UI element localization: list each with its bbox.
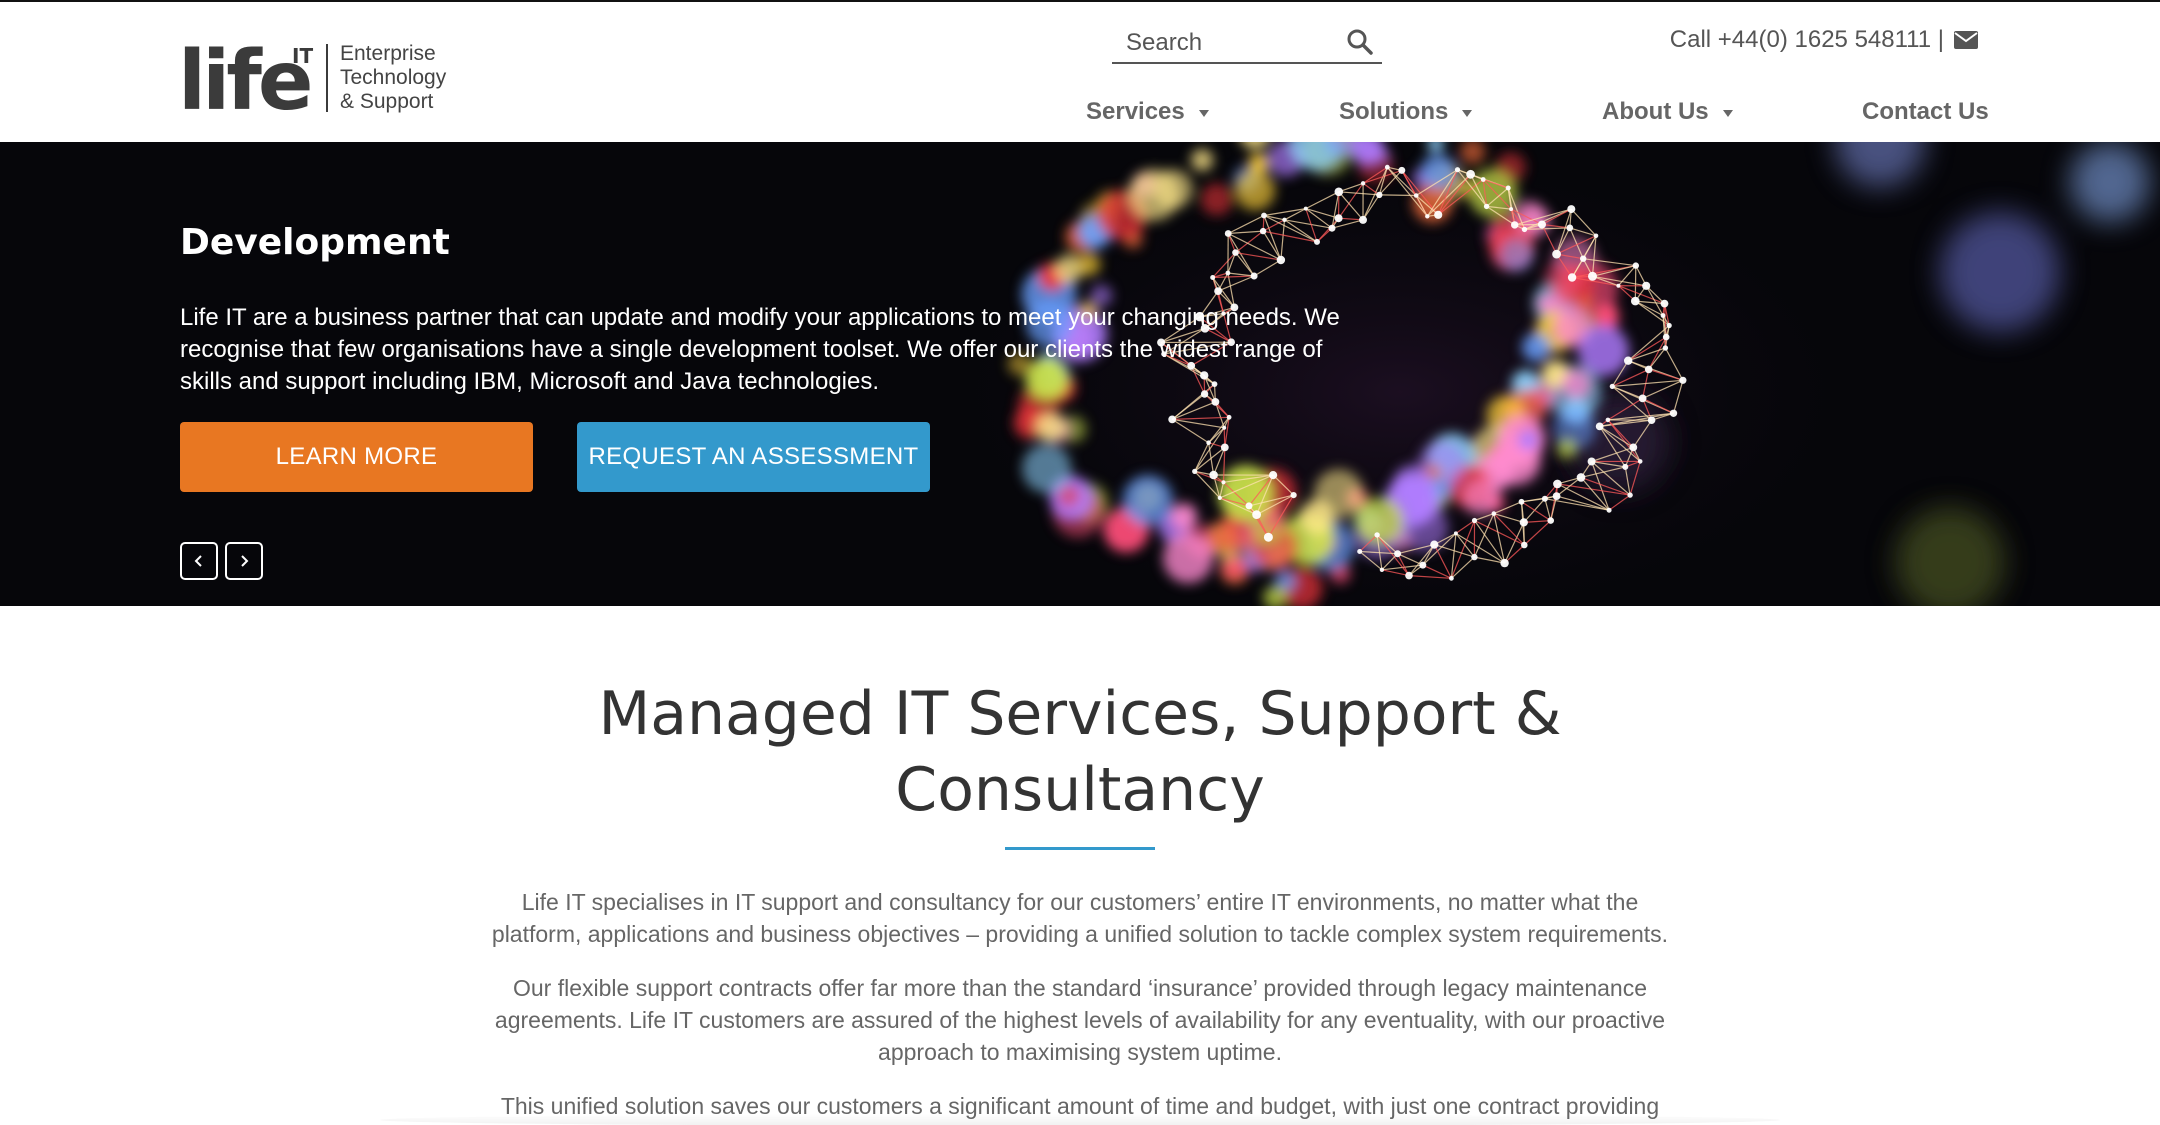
slider-prev-button[interactable]: [180, 542, 218, 580]
main-nav: Services Solutions About Us Contact Us: [1086, 98, 1989, 132]
hero-title: Development: [180, 222, 450, 263]
nav-item-solutions[interactable]: Solutions: [1339, 98, 1473, 126]
search-box: [1112, 22, 1382, 64]
site-header: life IT Enterprise Technology & Support …: [0, 2, 2160, 142]
caret-down-icon: [1722, 109, 1733, 117]
hero-description: Life IT are a business partner that can …: [180, 304, 1340, 395]
mail-icon[interactable]: [1954, 31, 1978, 49]
logo-wordmark: life: [178, 34, 314, 129]
section-shadow: [380, 1114, 1780, 1125]
search-input[interactable]: [1126, 28, 1336, 58]
learn-more-button[interactable]: LEARN MORE: [180, 422, 533, 492]
tagline-line-3: & Support: [340, 90, 434, 113]
caret-down-icon: [1462, 109, 1473, 117]
phone-number[interactable]: Call +44(0) 1625 548111 |: [1670, 26, 1944, 54]
nav-label-about-us: About Us: [1602, 98, 1709, 125]
request-assessment-button[interactable]: REQUEST AN ASSESSMENT: [577, 422, 930, 492]
logo[interactable]: life IT Enterprise Technology & Support: [178, 34, 446, 129]
caret-down-icon: [1198, 109, 1209, 117]
tagline-line-2: Technology: [340, 66, 447, 89]
logo-superscript: IT: [292, 44, 314, 68]
nav-label-solutions: Solutions: [1339, 98, 1449, 125]
hero-slider: Development Life IT are a business partn…: [0, 142, 2160, 606]
logo-divider: [326, 44, 328, 112]
heading-line-1: Managed IT Services, Support &: [598, 679, 1562, 749]
logo-tagline: Enterprise Technology & Support: [340, 42, 500, 114]
slider-next-button[interactable]: [225, 542, 263, 580]
nav-label-services: Services: [1086, 98, 1185, 125]
search-icon[interactable]: [1346, 28, 1374, 56]
contact-line: Call +44(0) 1625 548111 |: [1670, 26, 1978, 54]
heading-line-2: Consultancy: [895, 755, 1265, 825]
heading-underline: [1005, 847, 1155, 850]
nav-item-services[interactable]: Services: [1086, 98, 1209, 126]
chevron-left-icon: [194, 555, 202, 567]
intro-paragraph-2: Our flexible support contracts offer far…: [494, 975, 1666, 1065]
page-heading: Managed IT Services, Support & Consultan…: [480, 676, 1680, 828]
intro-section: Managed IT Services, Support & Consultan…: [0, 606, 2160, 1125]
nav-item-contact-us[interactable]: Contact Us: [1862, 98, 1989, 126]
intro-paragraph-1: Life IT specialises in IT support and co…: [491, 889, 1669, 947]
tagline-line-1: Enterprise: [340, 42, 436, 65]
chevron-right-icon: [241, 555, 249, 567]
nav-item-about-us[interactable]: About Us: [1602, 98, 1733, 126]
nav-label-contact-us: Contact Us: [1862, 98, 1989, 125]
